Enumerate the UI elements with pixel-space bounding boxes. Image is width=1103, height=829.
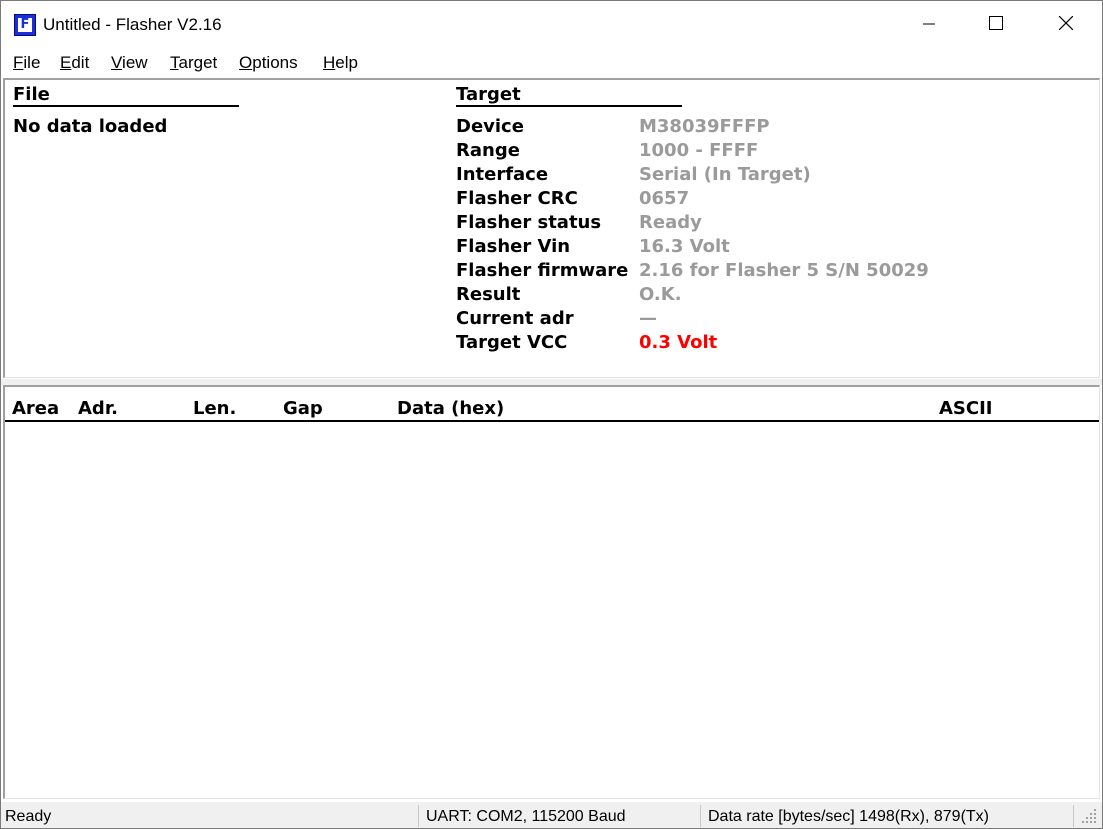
- label-result: Result: [456, 284, 521, 305]
- info-panel[interactable]: File No data loaded Target Device M38039…: [3, 78, 1100, 378]
- title-bar[interactable]: F Untitled - Flasher V2.16: [1, 1, 1102, 47]
- column-header-adr[interactable]: Adr.: [78, 398, 118, 419]
- close-button[interactable]: [1043, 1, 1089, 47]
- column-header-gap[interactable]: Gap: [283, 398, 323, 419]
- label-current-adr: Current adr: [456, 308, 574, 329]
- target-header-underline: [456, 105, 682, 107]
- app-window: F Untitled - Flasher V2.16 File Edit Vie…: [0, 0, 1103, 829]
- value-result: O.K.: [639, 284, 682, 305]
- maximize-button[interactable]: [973, 1, 1019, 47]
- value-flasher-status: Ready: [639, 212, 702, 233]
- column-header-data-hex[interactable]: Data (hex): [397, 398, 504, 419]
- status-data-rate: Data rate [bytes/sec] 1498(Rx), 879(Tx): [708, 808, 989, 825]
- column-header-ascii[interactable]: ASCII: [939, 398, 993, 419]
- file-header-underline: [13, 105, 239, 107]
- label-device: Device: [456, 116, 524, 137]
- label-flasher-status: Flasher status: [456, 212, 602, 233]
- value-flasher-firmware: 2.16 for Flasher 5 S/N 50029: [639, 260, 929, 281]
- value-flasher-crc: 0657: [639, 188, 690, 209]
- label-interface: Interface: [456, 164, 549, 185]
- value-flasher-vin: 16.3 Volt: [639, 236, 730, 257]
- file-section-header: File: [13, 84, 50, 105]
- value-device: M38039FFFP: [639, 116, 770, 137]
- label-flasher-crc: Flasher CRC: [456, 188, 578, 209]
- label-target-vcc: Target VCC: [456, 332, 568, 353]
- resize-grip-icon[interactable]: [1079, 806, 1099, 826]
- column-header-area[interactable]: Area: [12, 398, 59, 419]
- menu-help[interactable]: Help: [323, 53, 358, 73]
- menu-bar: File Edit View Target Options Help: [1, 49, 1102, 77]
- status-separator: [1073, 805, 1074, 827]
- maximize-icon: [989, 16, 1003, 30]
- value-target-vcc: 0.3 Volt: [639, 332, 718, 353]
- label-flasher-vin: Flasher Vin: [456, 236, 571, 257]
- menu-file[interactable]: File: [13, 53, 40, 73]
- value-current-adr: —: [639, 308, 657, 329]
- file-status-text: No data loaded: [13, 116, 168, 137]
- value-interface: Serial (In Target): [639, 164, 811, 185]
- menu-target[interactable]: Target: [170, 53, 217, 73]
- label-range: Range: [456, 140, 520, 161]
- status-state: Ready: [5, 808, 52, 825]
- status-bar: Ready UART: COM2, 115200 Baud Data rate …: [1, 802, 1102, 828]
- data-view-panel[interactable]: Area Adr. Len. Gap Data (hex) ASCII: [3, 385, 1100, 799]
- value-range: 1000 - FFFF: [639, 140, 759, 161]
- menu-edit[interactable]: Edit: [60, 53, 89, 73]
- table-header-divider: [5, 420, 1099, 422]
- target-section-header: Target: [456, 84, 521, 105]
- label-flasher-firmware: Flasher firmware: [456, 260, 629, 281]
- status-connection: UART: COM2, 115200 Baud: [426, 808, 626, 825]
- column-header-len[interactable]: Len.: [193, 398, 236, 419]
- status-separator: [418, 805, 419, 827]
- status-separator: [700, 805, 701, 827]
- minimize-button[interactable]: [907, 1, 953, 47]
- window-title: Untitled - Flasher V2.16: [43, 15, 222, 34]
- flasher-app-icon[interactable]: F: [14, 14, 36, 36]
- menu-view[interactable]: View: [111, 53, 148, 73]
- menu-options[interactable]: Options: [239, 53, 298, 73]
- minimize-icon: [923, 23, 935, 25]
- close-icon: [1059, 16, 1073, 30]
